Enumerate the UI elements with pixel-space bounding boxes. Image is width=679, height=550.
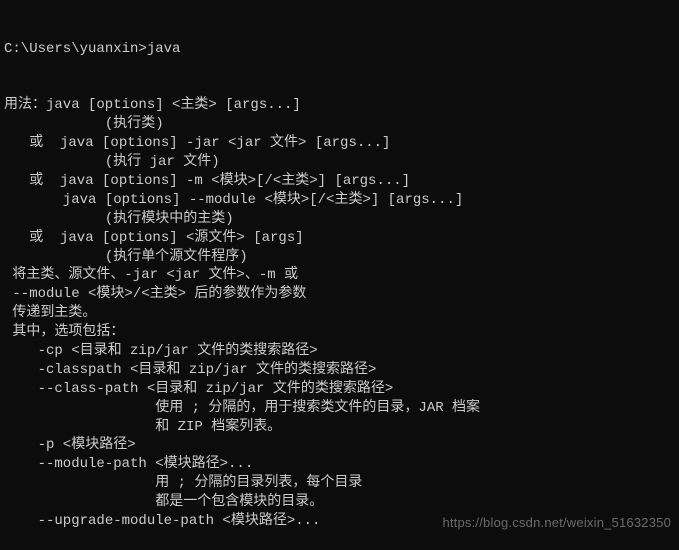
output-line: 其中，选项包括： [4,323,675,342]
output-line: --class-path <目录和 zip/jar 文件的类搜索路径> [4,380,675,399]
output-line: 和 ZIP 档案列表。 [4,418,675,437]
output-line: --module <模块>/<主类> 后的参数作为参数 [4,285,675,304]
output-lines-container: 用法：java [options] <主类> [args...] (执行类) 或… [4,96,675,530]
output-line: 传递到主类。 [4,304,675,323]
output-line: (执行模块中的主类) [4,210,675,229]
output-line: (执行 jar 文件) [4,153,675,172]
watermark-text: https://blog.csdn.net/weixin_51632350 [442,514,671,532]
output-line: 使用 ; 分隔的，用于搜索类文件的目录，JAR 档案 [4,399,675,418]
output-line: -classpath <目录和 zip/jar 文件的类搜索路径> [4,361,675,380]
output-line: (执行单个源文件程序) [4,248,675,267]
output-line: 或 java [options] <源文件> [args] [4,229,675,248]
output-line: --module-path <模块路径>... [4,455,675,474]
output-line: 都是一个包含模块的目录。 [4,493,675,512]
output-line: -cp <目录和 zip/jar 文件的类搜索路径> [4,342,675,361]
output-line: java [options] --module <模块>[/<主类>] [arg… [4,191,675,210]
output-line: (执行类) [4,115,675,134]
output-line: 或 java [options] -m <模块>[/<主类>] [args...… [4,172,675,191]
terminal-output[interactable]: C:\Users\yuanxin>java 用法：java [options] … [4,2,675,550]
output-line: -p <模块路径> [4,436,675,455]
output-line: 或 java [options] -jar <jar 文件> [args...] [4,134,675,153]
command-prompt-line: C:\Users\yuanxin>java [4,40,675,59]
output-line: 用 ; 分隔的目录列表，每个目录 [4,474,675,493]
output-line: 将主类、源文件、-jar <jar 文件>、-m 或 [4,266,675,285]
output-line: 用法：java [options] <主类> [args...] [4,96,675,115]
